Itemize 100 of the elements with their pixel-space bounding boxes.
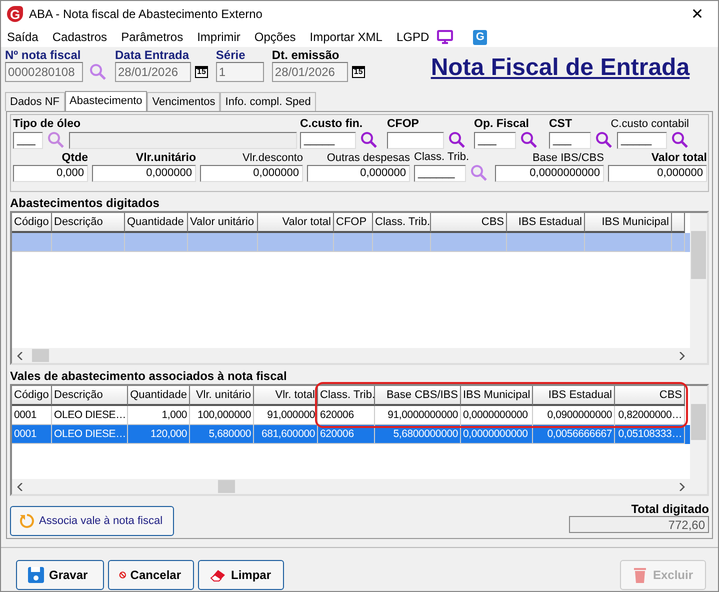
scrollbar-thumb[interactable] — [691, 404, 706, 440]
column-header[interactable]: CBS — [615, 386, 685, 406]
total-field: 772,60 — [569, 516, 709, 533]
scrollbar-thumb[interactable] — [218, 480, 235, 493]
input-field[interactable] — [387, 132, 444, 148]
field-label: Qtde — [62, 151, 88, 165]
chevron-left-icon[interactable] — [17, 352, 23, 360]
input-field[interactable]: 0000280108 — [5, 62, 83, 82]
clear-button[interactable]: Limpar — [198, 560, 284, 590]
search-icon[interactable] — [470, 164, 488, 182]
column-header[interactable]: CBS — [431, 213, 507, 233]
vertical-scrollbar[interactable] — [690, 386, 707, 494]
associate-button[interactable]: Associa vale à nota fiscal — [10, 506, 174, 536]
column-header[interactable]: Valor unitário — [188, 213, 258, 233]
column-header[interactable]: Código — [12, 213, 52, 233]
horizontal-scrollbar[interactable] — [12, 479, 690, 494]
menu-item[interactable]: Imprimir — [197, 30, 240, 44]
input-field[interactable]: 0,000000 — [200, 165, 303, 182]
table-cell: 681,600000 — [254, 425, 318, 444]
column-header[interactable]: Valor total — [258, 213, 334, 233]
column-header[interactable]: IBS Estadual — [533, 386, 615, 406]
input-field[interactable]: _____ — [300, 132, 356, 148]
chevron-left-icon[interactable] — [17, 482, 23, 490]
section-title: Vales de abastecimento associados à nota fiscal — [10, 369, 288, 383]
menu-item[interactable]: Opções — [254, 30, 296, 44]
horizontal-scrollbar[interactable] — [12, 348, 690, 363]
chevron-right-icon[interactable] — [679, 482, 685, 490]
column-header[interactable]: Descrição — [52, 386, 128, 406]
window-title: ABA - Nota fiscal de Abastecimento Externo — [29, 7, 264, 21]
column-header[interactable]: Base CBS/IBS — [375, 386, 461, 406]
search-icon[interactable] — [448, 131, 466, 149]
tab[interactable]: Vencimentos — [147, 92, 220, 111]
field-label: Vlr.desconto — [242, 151, 303, 165]
search-icon[interactable] — [520, 131, 538, 149]
column-header[interactable]: Vlr. unitário — [190, 386, 254, 406]
table-cell: 0,0056666667 — [533, 425, 615, 444]
input-field[interactable]: ___ — [13, 132, 43, 148]
column-header[interactable]: IBS Estadual — [507, 213, 585, 233]
table-cell: 620006 — [318, 425, 375, 444]
input-field[interactable]: 0,000000 — [307, 165, 410, 182]
field-label: Vlr.unitário — [136, 151, 196, 165]
input-field[interactable]: 28/01/2026 — [272, 62, 348, 82]
column-header[interactable]: Class. Trib. — [373, 213, 431, 233]
input-field[interactable]: 0,000000 — [92, 165, 196, 182]
column-header[interactable]: Class. Trib. — [318, 386, 375, 406]
field-label: Base IBS/CBS — [532, 151, 604, 165]
header-filler — [672, 213, 685, 233]
column-header[interactable]: Descrição — [52, 213, 125, 233]
monitor-icon[interactable] — [437, 30, 454, 44]
field-label: Tipo de óleo — [13, 117, 81, 131]
tab[interactable]: Abastecimento — [64, 91, 148, 111]
search-icon[interactable] — [595, 131, 613, 149]
field-label: Op. Fiscal — [474, 117, 529, 131]
table-cell: 0,05108333… — [615, 425, 685, 444]
cancel-button[interactable]: Cancelar — [108, 560, 194, 590]
menu-item[interactable]: Saída — [7, 30, 38, 44]
field-label: C.custo contabil — [610, 117, 689, 131]
menu-item[interactable]: Cadastros — [52, 30, 108, 44]
search-icon[interactable] — [47, 131, 65, 149]
input-field[interactable]: 0,000000 — [608, 165, 707, 182]
save-button[interactable]: Gravar — [16, 560, 104, 590]
column-header[interactable]: IBS Municipal — [461, 386, 533, 406]
field-label: Data Entrada — [115, 48, 190, 62]
table-cell: 0,0000000000 — [461, 425, 533, 444]
menu-item[interactable]: Parâmetros — [121, 30, 184, 44]
field-label: CST — [549, 117, 572, 131]
input-field[interactable]: ___ — [549, 132, 591, 148]
close-button[interactable]: ✕ — [683, 5, 712, 23]
input-field[interactable]: 0,0000000000 — [495, 165, 604, 182]
scrollbar-thumb[interactable] — [32, 349, 49, 362]
search-icon[interactable] — [360, 131, 378, 149]
chevron-right-icon[interactable] — [679, 352, 685, 360]
page-title: Nota Fiscal de Entrada — [430, 54, 690, 82]
trash-icon — [631, 566, 649, 584]
input-field[interactable]: _____ — [617, 132, 667, 148]
tab[interactable]: Dados NF — [5, 92, 65, 111]
search-icon[interactable] — [671, 131, 689, 149]
table-cell: 120,000 — [128, 425, 190, 444]
search-icon[interactable] — [89, 63, 107, 81]
menu-item[interactable]: LGPD — [396, 30, 430, 44]
input-field[interactable]: 28/01/2026 — [115, 62, 191, 82]
field-label: CFOP — [387, 117, 419, 131]
tab[interactable]: Info. compl. Sped — [220, 92, 316, 111]
column-header[interactable]: CFOP — [334, 213, 373, 233]
column-header[interactable]: IBS Municipal — [585, 213, 672, 233]
menu-item[interactable]: Importar XML — [310, 30, 382, 44]
column-header[interactable]: Código — [12, 386, 52, 406]
app-badge[interactable]: G — [473, 30, 488, 44]
scrollbar-thumb[interactable] — [691, 231, 706, 279]
field-label: Série — [216, 48, 246, 62]
input-field[interactable]: ______ — [414, 164, 466, 182]
column-header[interactable]: Quantidade — [128, 386, 190, 406]
vertical-scrollbar[interactable] — [690, 213, 707, 363]
column-header[interactable]: Quantidade — [125, 213, 188, 233]
column-header[interactable]: Vlr. total — [254, 386, 318, 406]
field-label: Nº nota fiscal — [5, 48, 82, 62]
input-field[interactable]: 1 — [216, 62, 264, 82]
input-field[interactable]: ___ — [474, 132, 516, 148]
input-field[interactable]: 0,000 — [13, 165, 88, 182]
total-label: Total digitado — [631, 502, 709, 516]
